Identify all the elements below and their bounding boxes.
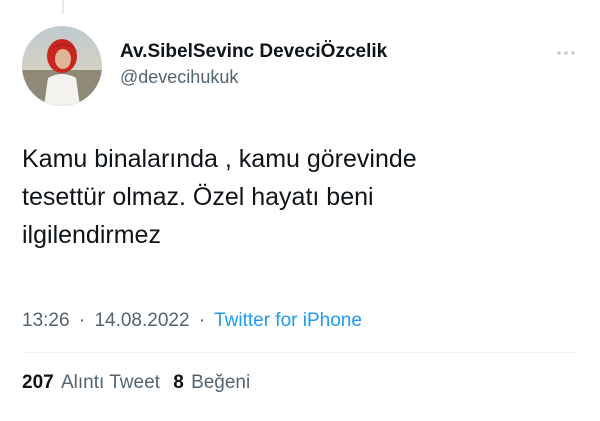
tweet-time[interactable]: 13:26 [22,310,70,331]
avatar[interactable] [22,26,102,106]
more-options-icon[interactable] [554,46,578,60]
tweet-header: Av.SibelSevinc DeveciÖzcelik @devecihuku… [22,26,578,106]
tweet-metadata: 13:26 · 14.08.2022 · Twitter for iPhone [22,309,362,333]
user-handle[interactable]: @devecihukuk [120,65,387,89]
likes-stat[interactable]: 8 Beğeni [173,371,250,395]
quote-tweets-label: Alıntı Tweet [60,372,160,393]
meta-separator: · [78,310,86,331]
tweet-date[interactable]: 14.08.2022 [94,310,189,331]
divider [22,352,578,353]
meta-separator: · [198,310,206,331]
tweet-source-link[interactable]: Twitter for iPhone [214,310,362,331]
quote-tweets-count: 207 [22,372,54,393]
quote-tweets-stat[interactable]: 207 Alıntı Tweet [22,371,160,395]
tweet-text: Kamu binalarında , kamu görevinde tesett… [22,145,417,249]
likes-count: 8 [173,372,184,393]
engagement-stats: 207 Alıntı Tweet 8 Beğeni [22,371,250,395]
thread-connector-line [62,0,64,14]
likes-label: Beğeni [191,372,251,393]
author-names: Av.SibelSevinc DeveciÖzcelik @devecihuku… [120,40,387,89]
avatar-photo [22,26,102,106]
display-name[interactable]: Av.SibelSevinc DeveciÖzcelik [120,40,387,64]
